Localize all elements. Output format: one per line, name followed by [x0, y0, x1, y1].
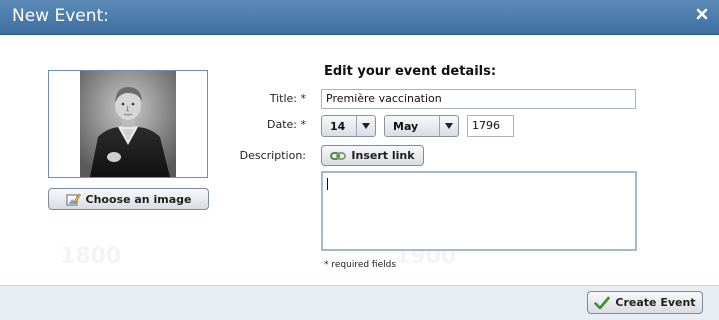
choose-image-label: Choose an image [85, 192, 192, 206]
description-label: Description: [239, 149, 306, 162]
chevron-down-icon [356, 116, 375, 136]
required-fields-note: * required fields [324, 260, 397, 270]
dialog-title: New Event: [12, 6, 109, 26]
date-label: Date: * [267, 118, 306, 131]
checkmark-icon [594, 296, 611, 310]
portrait-image [80, 71, 176, 177]
insert-link-button[interactable]: Insert link [321, 145, 424, 166]
text-caret [327, 178, 328, 190]
close-icon[interactable] [695, 7, 709, 21]
create-event-button[interactable]: Create Event [587, 291, 703, 314]
link-icon [330, 150, 347, 162]
dialog-footer: Create Event [0, 285, 719, 320]
title-input-value: Première vaccination [326, 92, 442, 105]
description-textarea[interactable] [321, 171, 637, 251]
day-select[interactable]: 14 [321, 115, 376, 137]
choose-image-button[interactable]: Choose an image [48, 188, 209, 210]
year-input[interactable]: 1796 [467, 115, 514, 137]
create-event-label: Create Event [615, 296, 696, 309]
dialog-titlebar: New Event: [0, 0, 719, 35]
edit-image-icon [66, 192, 81, 207]
watermark-year-left: 1800 [60, 244, 122, 269]
title-input[interactable]: Première vaccination [321, 89, 636, 109]
month-select-value: May [393, 120, 419, 133]
year-input-value: 1796 [472, 119, 500, 132]
insert-link-label: Insert link [351, 149, 415, 162]
title-label: Title: * [269, 92, 306, 105]
chevron-down-icon [439, 116, 458, 136]
month-select[interactable]: May [384, 115, 459, 137]
event-image-preview [48, 70, 208, 178]
day-select-value: 14 [330, 120, 346, 133]
form-heading: Edit your event details: [324, 64, 497, 79]
